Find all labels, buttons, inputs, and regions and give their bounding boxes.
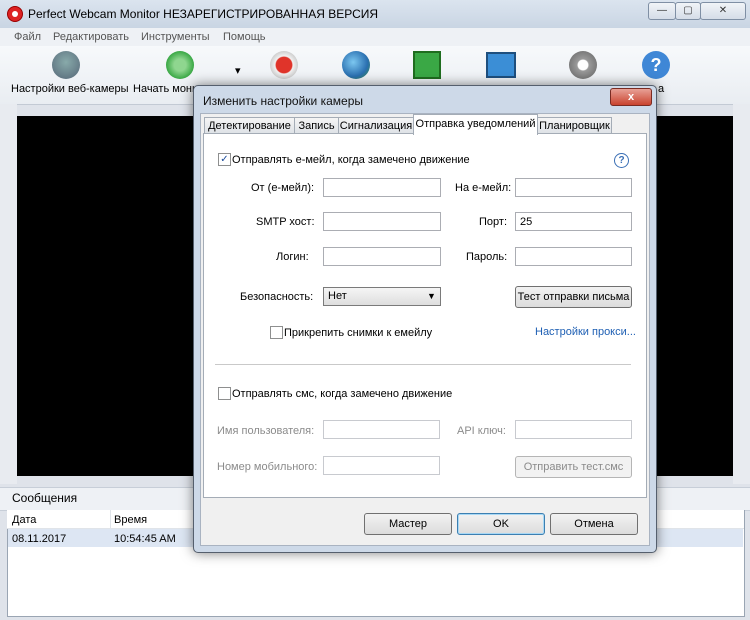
tab-alarm[interactable]: Сигнализация xyxy=(338,117,414,134)
video-player-icon[interactable] xyxy=(486,52,516,78)
webcam-settings-button[interactable]: Настройки веб-камеры xyxy=(11,83,129,95)
wizard-button[interactable]: Мастер xyxy=(364,513,452,535)
from-email-input[interactable] xyxy=(323,178,441,197)
from-email-label: От (е-мейл): xyxy=(251,182,315,194)
menu-edit[interactable]: Редактировать xyxy=(53,31,129,43)
smtp-host-input[interactable] xyxy=(323,212,441,231)
test-sms-button[interactable]: Отправить тест.смс xyxy=(515,456,632,478)
tab-recording[interactable]: Запись xyxy=(294,117,339,134)
app-webcam-icon xyxy=(7,6,23,22)
globe-icon[interactable] xyxy=(342,51,370,79)
webcam-icon[interactable] xyxy=(52,51,80,79)
security-select[interactable]: Нет xyxy=(323,287,441,306)
tab-scheduler[interactable]: Планировщик xyxy=(537,117,612,134)
tab-detection[interactable]: Детектирование xyxy=(204,117,295,134)
mobile-number-input[interactable] xyxy=(323,456,440,475)
ok-button[interactable]: OK xyxy=(457,513,545,535)
window-title: Perfect Webcam Monitor НЕЗАРЕГИСТРИРОВАН… xyxy=(28,7,379,21)
sms-username-input[interactable] xyxy=(323,420,440,439)
login-input[interactable] xyxy=(323,247,441,266)
proxy-settings-link[interactable]: Настройки прокси... xyxy=(535,326,636,338)
login-label: Логин: xyxy=(276,251,309,263)
section-divider xyxy=(215,364,631,365)
help-question-icon[interactable]: ? xyxy=(614,153,629,168)
tab-notifications[interactable]: Отправка уведомлений xyxy=(413,114,538,135)
sms-enabled-checkbox[interactable] xyxy=(218,387,231,400)
monitor-dropdown-arrow[interactable]: ▾ xyxy=(235,64,241,77)
attach-snapshots-label: Прикрепить снимки к емейлу xyxy=(284,327,433,339)
close-window-button[interactable]: ✕ xyxy=(700,2,746,20)
dialog-close-button[interactable]: x xyxy=(610,88,652,106)
smtp-host-label: SMTP хост: xyxy=(256,216,315,228)
to-email-label: На е-мейл: xyxy=(455,182,512,194)
help-button-label[interactable]: а xyxy=(658,83,664,95)
password-label: Пароль: xyxy=(466,251,508,263)
messages-title: Сообщения xyxy=(12,491,78,505)
cancel-button[interactable]: Отмена xyxy=(550,513,638,535)
column-divider xyxy=(110,510,111,528)
menu-tools[interactable]: Инструменты xyxy=(141,31,210,43)
settings-gear-icon[interactable] xyxy=(569,51,597,79)
sms-username-label: Имя пользователя: xyxy=(217,425,315,437)
maximize-button[interactable]: ▢ xyxy=(675,2,701,20)
email-enabled-checkbox[interactable]: ✓ xyxy=(218,153,231,166)
menu-help[interactable]: Помощь xyxy=(223,31,266,43)
record-icon[interactable] xyxy=(270,51,298,79)
left-panel xyxy=(0,104,17,484)
port-input[interactable] xyxy=(515,212,632,231)
start-monitoring-icon[interactable] xyxy=(166,51,194,79)
sms-enabled-label: Отправлять смс, когда замечено движение xyxy=(232,388,453,400)
security-label: Безопасность: xyxy=(240,291,314,303)
attach-snapshots-checkbox[interactable] xyxy=(270,326,283,339)
password-input[interactable] xyxy=(515,247,632,266)
minimize-button[interactable]: — xyxy=(648,2,676,20)
dialog-title: Изменить настройки камеры xyxy=(203,94,364,108)
column-time[interactable]: Время xyxy=(114,514,147,526)
test-email-button[interactable]: Тест отправки письма xyxy=(515,286,632,308)
api-key-label: API ключ: xyxy=(457,425,506,437)
motion-detection-icon[interactable] xyxy=(413,51,441,79)
help-icon[interactable]: ? xyxy=(642,51,670,79)
mobile-number-label: Номер мобильного: xyxy=(217,461,318,473)
email-enabled-label: Отправлять е-мейл, когда замечено движен… xyxy=(232,154,470,166)
api-key-input[interactable] xyxy=(515,420,632,439)
menu-file[interactable]: Файл xyxy=(14,31,41,43)
to-email-input[interactable] xyxy=(515,178,632,197)
right-panel xyxy=(733,104,750,484)
column-date[interactable]: Дата xyxy=(12,514,36,526)
port-label: Порт: xyxy=(479,216,507,228)
row-date: 08.11.2017 xyxy=(12,533,67,545)
chevron-down-icon[interactable]: ▼ xyxy=(427,291,436,301)
row-time: 10:54:45 AM xyxy=(114,533,176,545)
